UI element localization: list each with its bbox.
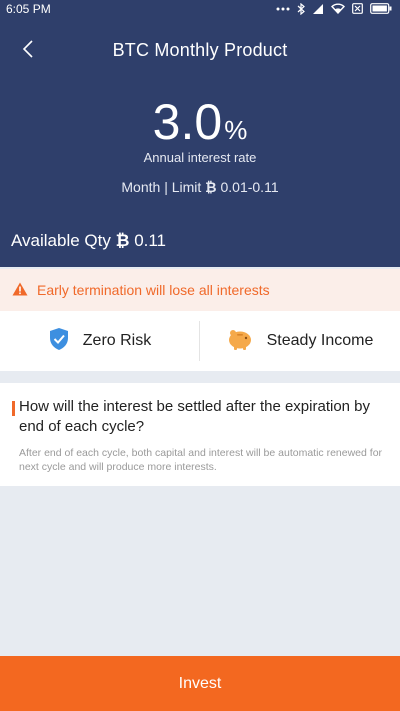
available-qty: Available Qty ₿ 0.11 xyxy=(11,231,166,251)
limit-label: Limit xyxy=(171,179,202,195)
rate-label: Annual interest rate xyxy=(143,150,257,165)
termination-warning: Early termination will lose all interest… xyxy=(0,269,400,311)
feature-label: Zero Risk xyxy=(82,332,152,349)
bitcoin-icon: ₿ xyxy=(115,231,130,250)
product-features: Zero Risk Steady Income xyxy=(0,311,400,371)
bluetooth-icon xyxy=(297,2,305,15)
page-title: BTC Monthly Product xyxy=(112,40,288,60)
faq-card: How will the interest be settled after t… xyxy=(0,383,400,486)
term-text: Month xyxy=(121,179,161,195)
status-icons xyxy=(276,2,392,15)
feature-zero-risk: Zero Risk xyxy=(0,311,200,371)
shield-check-icon xyxy=(49,327,83,356)
rate-unit: % xyxy=(224,115,248,145)
wifi-icon xyxy=(331,3,345,14)
divider xyxy=(199,321,200,361)
invest-button[interactable]: Invest xyxy=(0,656,400,711)
piggy-bank-icon xyxy=(227,328,267,355)
warning-text: Early termination will lose all interest… xyxy=(37,282,270,298)
separator: | xyxy=(164,179,172,195)
bitcoin-icon: ₿ xyxy=(205,179,217,195)
more-icon xyxy=(276,7,290,11)
sim-icon xyxy=(352,3,363,14)
signal-icon xyxy=(312,3,324,15)
faq-question: How will the interest be settled after t… xyxy=(12,397,388,437)
available-value: 0.11 xyxy=(134,231,167,250)
feature-steady-income: Steady Income xyxy=(200,311,400,371)
product-header: BTC Monthly Product 3.0 % Annual interes… xyxy=(0,17,400,267)
interest-rate: 3.0 % xyxy=(0,95,400,149)
term-limit-line: Month | Limit ₿ 0.01-0.11 xyxy=(0,179,400,195)
status-time: 6:05 PM xyxy=(6,1,51,16)
available-label: Available Qty xyxy=(11,231,111,250)
rate-value: 3.0 xyxy=(152,94,223,150)
warning-icon xyxy=(12,282,37,299)
limit-range: 0.01-0.11 xyxy=(220,179,279,195)
faq-answer: After end of each cycle, both capital an… xyxy=(19,447,383,473)
feature-label: Steady Income xyxy=(266,332,374,349)
status-bar: 6:05 PM xyxy=(0,0,400,17)
battery-icon xyxy=(370,3,392,14)
